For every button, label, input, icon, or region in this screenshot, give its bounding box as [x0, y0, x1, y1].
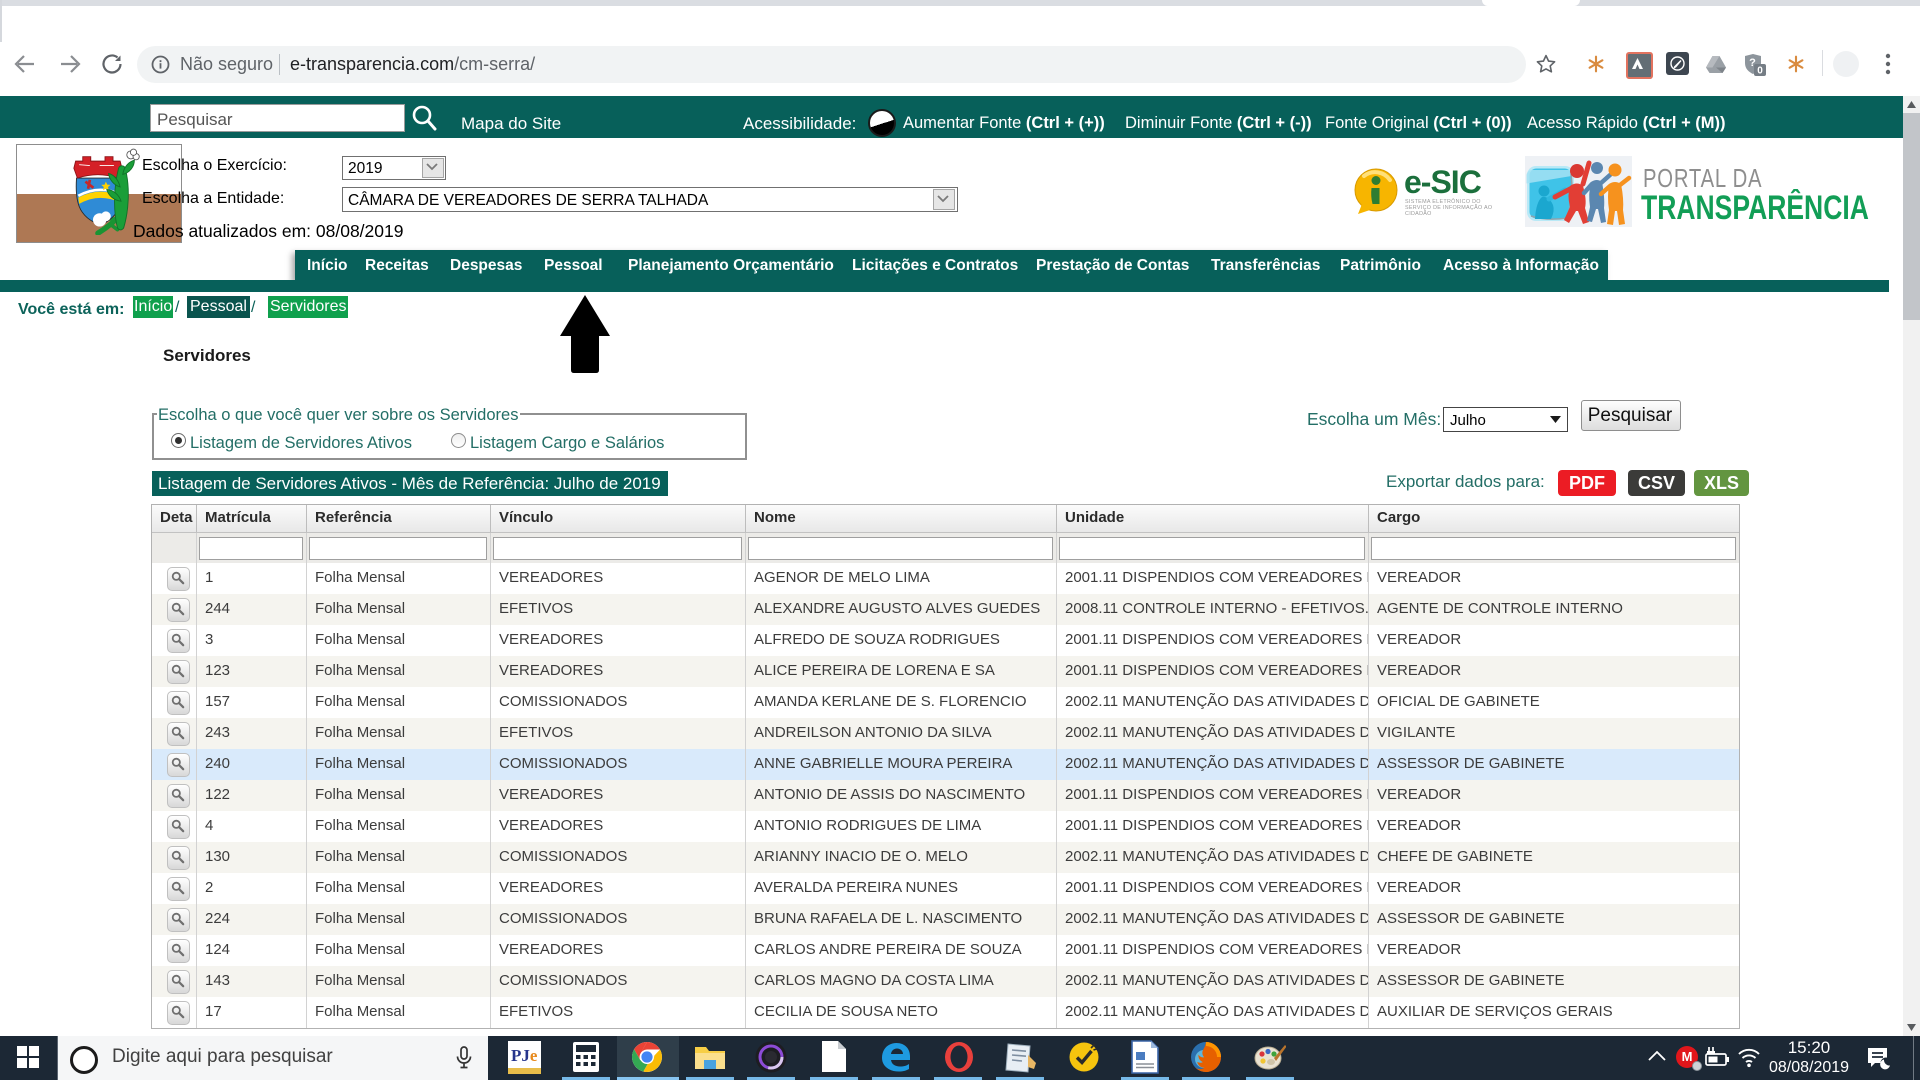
svg-text:0: 0 — [1757, 66, 1763, 77]
